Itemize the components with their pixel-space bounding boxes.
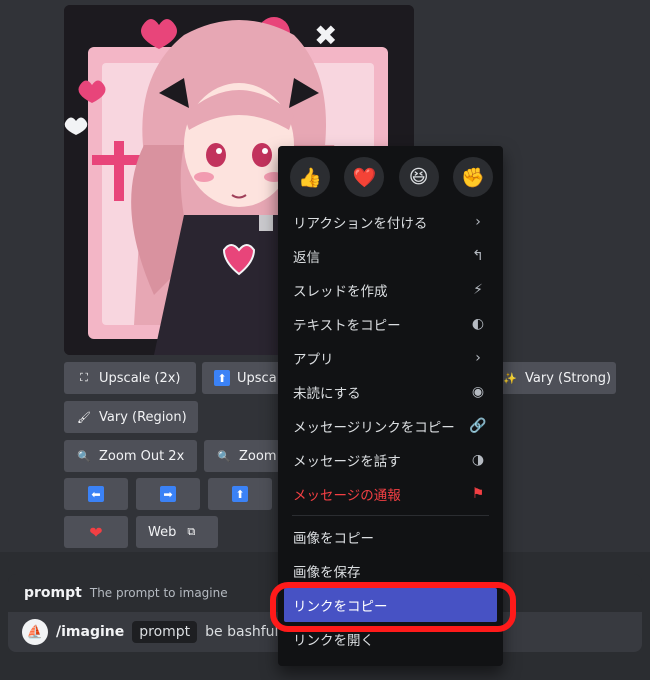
vary-region-label: Vary (Region) (99, 409, 187, 425)
menu-report-message[interactable]: メッセージの通報 ⚑ (284, 477, 497, 511)
menu-label: 画像をコピー (293, 531, 374, 547)
vary-region-button[interactable]: 🖌 Vary (Region) (64, 401, 198, 433)
zoom-out-2x-button[interactable]: 🔍 Zoom Out 2x (64, 440, 197, 472)
menu-label: 返信 (293, 250, 320, 266)
menu-label: リンクを開く (293, 633, 374, 649)
arrow-up-icon: ⬆ (232, 486, 248, 502)
mark-unread-icon: ◉ (471, 384, 485, 400)
zoom-icon: 🔍 (217, 449, 231, 463)
upscale-4x-label: Upsca (237, 370, 277, 386)
reaction-thumbs-up[interactable]: 👍 (290, 157, 330, 197)
link-icon: 🔗 (469, 418, 487, 434)
chevron-right-icon: › (475, 350, 481, 366)
menu-mark-unread[interactable]: 未読にする ◉ (284, 375, 497, 409)
menu-open-link[interactable]: リンクを開く (284, 622, 497, 656)
option-name: prompt (24, 585, 82, 601)
menu-save-image[interactable]: 画像を保存 (284, 554, 497, 588)
menu-label: スレッドを作成 (293, 284, 388, 300)
upscale-icon: ⛶ (80, 371, 88, 384)
zoom-custom-label: Zoom (239, 448, 277, 464)
sparkle-icon: ✨ (503, 371, 517, 385)
menu-label: リンクをコピー (293, 599, 388, 615)
zoom-out-2x-label: Zoom Out 2x (99, 448, 185, 464)
pan-up-button[interactable]: ⬆ (208, 478, 272, 510)
menu-reply[interactable]: 返信 ↰ (284, 239, 497, 273)
speaker-icon: ◑ (471, 452, 485, 468)
menu-copy-image[interactable]: 画像をコピー (284, 520, 497, 554)
menu-apps[interactable]: アプリ › (284, 341, 497, 375)
menu-label: アプリ (293, 352, 334, 368)
menu-add-reaction[interactable]: リアクションを付ける › (284, 205, 497, 239)
copy-text-icon: ◐ (471, 316, 485, 332)
menu-copy-message-link[interactable]: メッセージリンクをコピー 🔗 (284, 409, 497, 443)
menu-label: テキストをコピー (293, 318, 401, 334)
reaction-laughing[interactable]: 😆 (398, 157, 439, 197)
menu-label: メッセージの通報 (293, 488, 401, 504)
vary-strong-label: Vary (Strong) (525, 370, 612, 386)
pan-right-button[interactable]: ➡ (136, 478, 200, 510)
menu-label: メッセージを話す (293, 454, 401, 470)
heart-icon: ❤ (89, 522, 103, 542)
upscale-2x-label: Upscale (2x) (99, 370, 181, 386)
favorite-button[interactable]: ❤ (64, 516, 128, 548)
option-description: The prompt to imagine (89, 586, 228, 600)
menu-label: 画像を保存 (293, 565, 361, 581)
svg-text:✖: ✖ (314, 19, 337, 52)
thread-icon: ⚡ (473, 282, 483, 298)
menu-label: メッセージリンクをコピー (293, 420, 455, 436)
web-label: Web (148, 524, 177, 540)
menu-divider (292, 515, 489, 516)
upscale-4x-button[interactable]: ⬆ Upsca (202, 362, 282, 394)
external-link-icon: ⧉ (187, 525, 196, 538)
flag-icon: ⚑ (471, 486, 485, 502)
bot-avatar: ⛵ (22, 619, 48, 645)
zoom-icon: 🔍 (77, 449, 91, 463)
slash-command: /imagine (56, 624, 125, 640)
arrow-left-icon: ⬅ (88, 486, 104, 502)
vary-strong-button[interactable]: ✨ Vary (Strong) (492, 362, 616, 394)
reaction-fist[interactable]: ✊ (452, 157, 493, 197)
reaction-heart[interactable]: ❤️ (344, 157, 385, 197)
option-chip[interactable]: prompt (132, 621, 198, 643)
menu-create-thread[interactable]: スレッドを作成 ⚡ (284, 273, 497, 307)
menu-label: 未読にする (293, 386, 361, 402)
menu-label: リアクションを付ける (293, 216, 428, 232)
menu-copy-link[interactable]: リンクをコピー (284, 588, 497, 622)
typed-prompt[interactable]: be bashful (205, 624, 278, 640)
upscale-arrow-icon: ⬆ (214, 370, 230, 386)
web-button[interactable]: Web ⧉ (136, 516, 218, 548)
menu-copy-text[interactable]: テキストをコピー ◐ (284, 307, 497, 341)
reply-icon: ↰ (472, 248, 484, 264)
menu-speak-message[interactable]: メッセージを話す ◑ (284, 443, 497, 477)
zoom-out-custom-button[interactable]: 🔍 Zoom (204, 440, 280, 472)
upscale-2x-button[interactable]: ⛶ Upscale (2x) (64, 362, 196, 394)
context-menu: 👍 ❤️ 😆 ✊ リアクションを付ける › 返信 ↰ スレッドを作成 ⚡ テキス… (278, 146, 503, 666)
chevron-right-icon: › (475, 214, 481, 230)
quick-reactions: 👍 ❤️ 😆 ✊ (284, 154, 497, 205)
brush-icon: 🖌 (77, 410, 91, 424)
pan-left-button[interactable]: ⬅ (64, 478, 128, 510)
arrow-right-icon: ➡ (160, 486, 176, 502)
